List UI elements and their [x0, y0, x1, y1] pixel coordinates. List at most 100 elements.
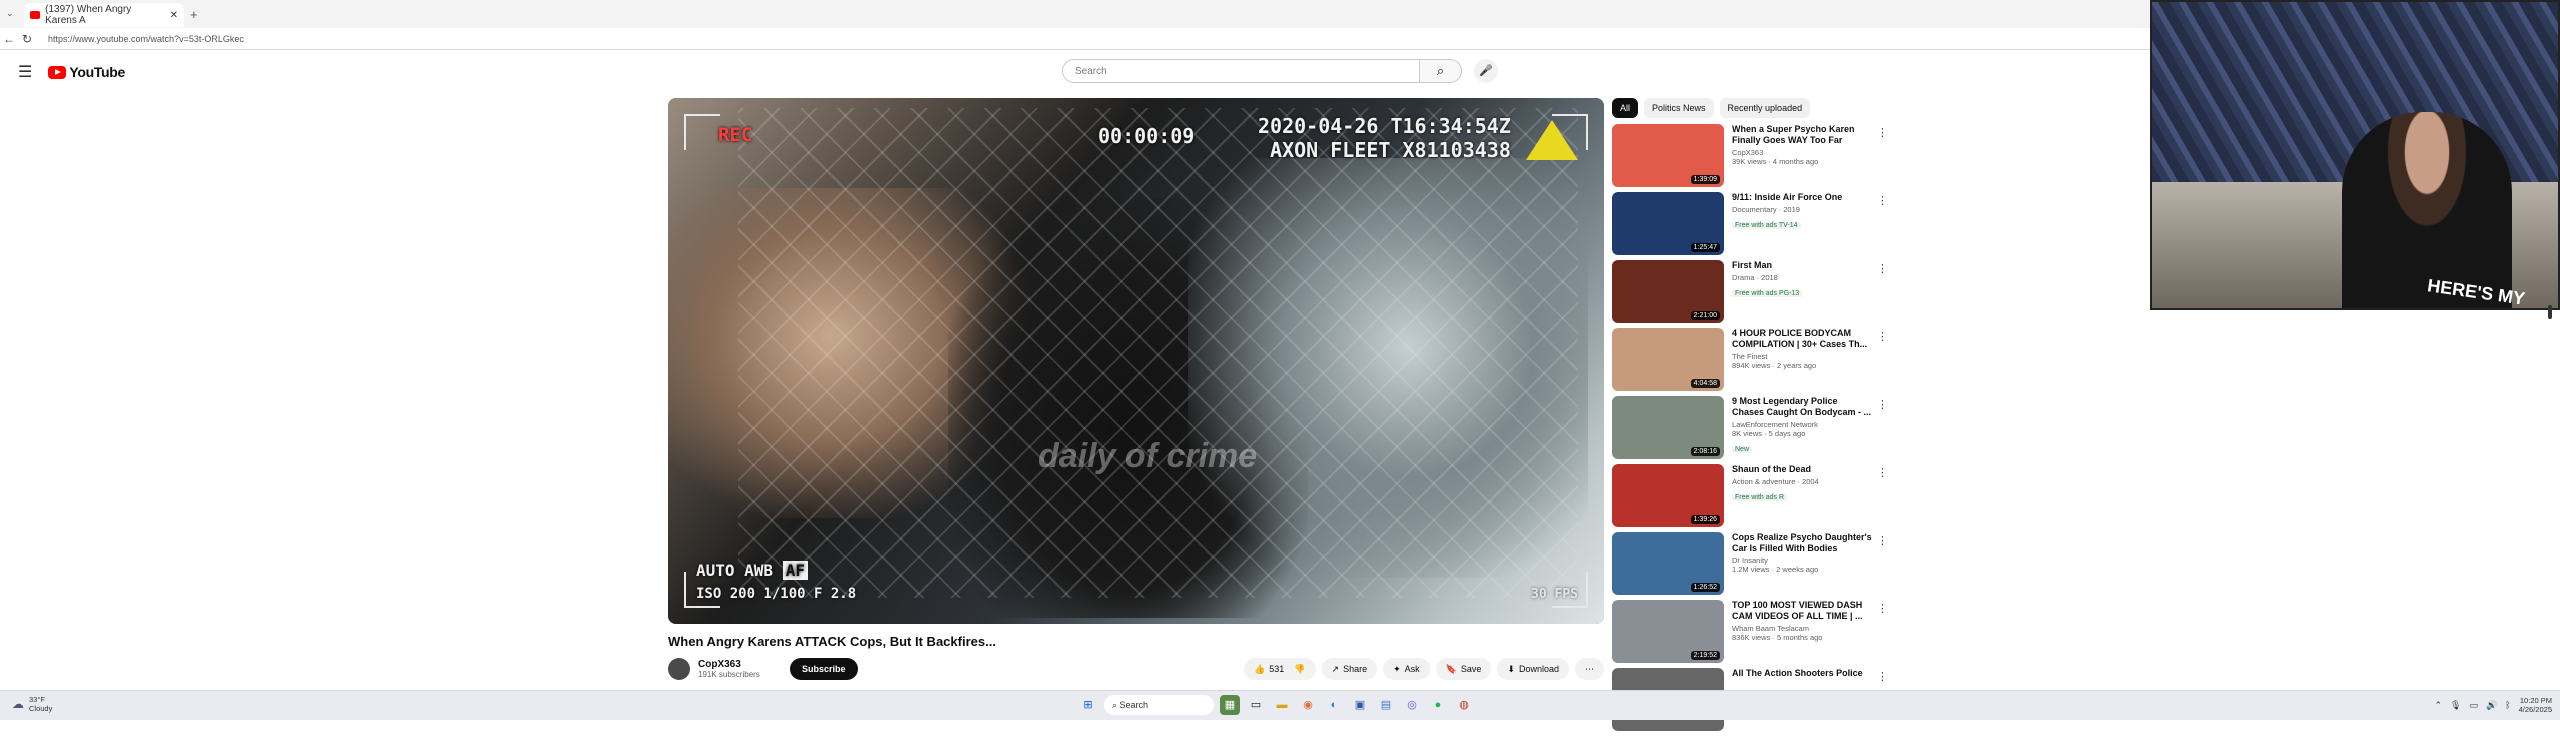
video-thumbnail[interactable]: 2:21:00 [1612, 260, 1724, 323]
video-item-channel[interactable]: Action & adventure · 2004 [1732, 477, 1872, 486]
dislike-icon[interactable]: 👎 [1294, 658, 1305, 680]
edge-browser-icon[interactable]: ◐ [1324, 695, 1344, 715]
kebab-menu-icon[interactable]: ⋮ [1877, 466, 1888, 479]
video-item-title[interactable]: 9 Most Legendary Police Chases Caught On… [1732, 396, 1872, 418]
app-icon[interactable]: ◎ [1402, 695, 1422, 715]
widget-app-icon[interactable]: ▦ [1220, 695, 1240, 715]
app-icon[interactable]: ▤ [1376, 695, 1396, 715]
video-thumbnail[interactable]: 2:08:16 [1612, 396, 1724, 459]
share-button[interactable]: ↗ Share [1321, 658, 1378, 680]
taskbar-search[interactable]: ⌕ Search [1104, 695, 1214, 715]
obs-icon[interactable]: ◍ [1454, 695, 1474, 715]
video-thumbnail[interactable]: 2:19:52 [1612, 600, 1724, 663]
kebab-menu-icon[interactable]: ⋮ [1877, 602, 1888, 615]
menu-icon[interactable]: ☰ [18, 62, 32, 82]
app-icon[interactable]: ▣ [1350, 695, 1370, 715]
video-item-channel[interactable]: LawEnforcement Network [1732, 420, 1872, 429]
video-item-title[interactable]: Shaun of the Dead [1732, 464, 1872, 475]
video-item-title[interactable]: All The Action Shooters Police [1732, 668, 1872, 679]
video-player[interactable]: REC 00:00:09 2020-04-26 T16:34:54Z AXON … [668, 98, 1604, 624]
video-thumbnail[interactable]: 1:39:09 [1612, 124, 1724, 187]
video-thumbnail[interactable]: 4:04:58 [1612, 328, 1724, 391]
app-icon[interactable]: ◉ [1298, 695, 1318, 715]
video-item-channel[interactable]: Wham Baam Teslacam [1732, 624, 1872, 633]
save-button[interactable]: 🔖 Save [1435, 658, 1492, 680]
chip-all[interactable]: All [1612, 98, 1639, 118]
video-meta: Cops Realize Psycho Daughter's Car Is Fi… [1732, 532, 1872, 600]
chip-politics-news[interactable]: Politics News [1644, 98, 1714, 118]
kebab-menu-icon[interactable]: ⋮ [1877, 534, 1888, 547]
related-video-item[interactable]: 1:39:26 Shaun of the Dead Action & adven… [1612, 464, 1892, 532]
search-icon[interactable]: ⌕ [1420, 59, 1462, 83]
ask-button[interactable]: ✦ Ask [1383, 658, 1430, 680]
kebab-menu-icon[interactable]: ⋮ [1877, 194, 1888, 207]
video-item-channel[interactable]: Documentary · 2019 [1732, 205, 1872, 214]
related-video-item[interactable]: 1:26:52 Cops Realize Psycho Daughter's C… [1612, 532, 1892, 600]
system-tray: ⌃ 🎙 ▭ 🔊 ᛒ 10:20 PM 4/26/2025 [2435, 696, 2553, 714]
youtube-favicon-icon [30, 11, 41, 19]
af-badge: AF [782, 561, 808, 580]
video-item-channel[interactable]: Drama · 2018 [1732, 273, 1872, 282]
video-item-views: 836K views · 5 months ago [1732, 633, 1823, 642]
fps-label: 30 FPS [1531, 587, 1578, 602]
file-explorer-icon[interactable]: ▬ [1272, 695, 1292, 715]
video-item-title[interactable]: 9/11: Inside Air Force One [1732, 192, 1872, 203]
chip-recently-uploaded[interactable]: Recently uploaded [1719, 98, 1811, 118]
rec-indicator: REC [718, 124, 753, 146]
video-item-views: 8K views · 5 days ago [1732, 429, 1806, 438]
ask-label: Ask [1404, 664, 1420, 674]
download-button[interactable]: ⬇ Download [1497, 658, 1569, 680]
volume-icon[interactable]: 🔊 [2486, 700, 2497, 711]
spotify-icon[interactable]: ● [1428, 695, 1448, 715]
microphone-icon[interactable]: 🎙 [2450, 700, 2461, 711]
video-thumbnail[interactable]: 1:39:26 [1612, 464, 1724, 527]
more-icon: ⋯ [1585, 664, 1594, 674]
related-video-item[interactable]: 1:39:09 When a Super Psycho Karen Finall… [1612, 124, 1892, 192]
chevron-up-icon[interactable]: ⌃ [2435, 700, 2443, 711]
clock[interactable]: 10:20 PM 4/26/2025 [2519, 696, 2552, 714]
weather-widget[interactable]: ☁ 33°F Cloudy [12, 695, 52, 713]
channel-avatar[interactable] [668, 658, 690, 680]
channel-name[interactable]: CopX363 [698, 659, 778, 670]
network-icon[interactable]: ▭ [2469, 700, 2478, 711]
video-item-title[interactable]: 4 HOUR POLICE BODYCAM COMPILATION | 30+ … [1732, 328, 1872, 350]
related-video-item[interactable]: 2:19:52 TOP 100 MOST VIEWED DASH CAM VID… [1612, 600, 1892, 668]
video-item-title[interactable]: First Man [1732, 260, 1872, 271]
video-item-channel[interactable]: CopX363 [1732, 148, 1872, 157]
more-actions-button[interactable]: ⋯ [1575, 658, 1604, 680]
microphone-icon[interactable]: 🎤 [1474, 59, 1498, 83]
related-video-item[interactable]: 2:21:00 First Man Drama · 2018 Free with… [1612, 260, 1892, 328]
kebab-menu-icon[interactable]: ⋮ [1877, 398, 1888, 411]
back-icon[interactable]: ← [0, 32, 18, 46]
video-item-title[interactable]: When a Super Psycho Karen Finally Goes W… [1732, 124, 1872, 146]
share-icon: ↗ [1331, 664, 1340, 674]
video-item-channel[interactable]: The Finest [1732, 352, 1872, 361]
browser-tab[interactable]: (1397) When Angry Karens A ✕ [24, 3, 184, 27]
video-thumbnail[interactable]: 1:26:52 [1612, 532, 1724, 595]
new-tab-icon[interactable]: + [190, 7, 198, 22]
bluetooth-icon[interactable]: ᛒ [2505, 700, 2510, 710]
video-thumbnail[interactable]: 1:25:47 [1612, 192, 1724, 255]
windows-start-icon[interactable]: ⊞ [1078, 695, 1098, 715]
url-field[interactable]: https://www.youtube.com/watch?v=53t-ORLG… [48, 34, 244, 44]
like-button[interactable]: 👍 531 👎 [1244, 658, 1316, 680]
kebab-menu-icon[interactable]: ⋮ [1877, 126, 1888, 139]
video-item-title[interactable]: Cops Realize Psycho Daughter's Car Is Fi… [1732, 532, 1872, 554]
video-item-title[interactable]: TOP 100 MOST VIEWED DASH CAM VIDEOS OF A… [1732, 600, 1872, 622]
kebab-menu-icon[interactable]: ⋮ [1877, 330, 1888, 343]
search-input[interactable]: Search [1062, 59, 1420, 83]
subscribe-button[interactable]: Subscribe [790, 658, 858, 680]
youtube-logo[interactable]: YouTube [48, 64, 125, 80]
scrollbar-thumb[interactable] [2548, 305, 2552, 319]
kebab-menu-icon[interactable]: ⋮ [1877, 670, 1888, 683]
tab-list-icon[interactable]: ⌄ [6, 8, 14, 19]
close-tab-icon[interactable]: ✕ [170, 10, 178, 21]
task-view-icon[interactable]: ▭ [1246, 695, 1266, 715]
related-video-item[interactable]: 1:25:47 9/11: Inside Air Force One Docum… [1612, 192, 1892, 260]
related-video-item[interactable]: 2:08:16 9 Most Legendary Police Chases C… [1612, 396, 1892, 464]
related-video-item[interactable]: 4:04:58 4 HOUR POLICE BODYCAM COMPILATIO… [1612, 328, 1892, 396]
kebab-menu-icon[interactable]: ⋮ [1877, 262, 1888, 275]
video-item-channel[interactable]: Dr Insanity [1732, 556, 1872, 565]
taskbar-apps: ⊞ ⌕ Search ▦ ▭ ▬ ◉ ◐ ▣ ▤ ◎ ● ◍ [1078, 695, 1474, 715]
reload-icon[interactable]: ↻ [18, 32, 36, 46]
